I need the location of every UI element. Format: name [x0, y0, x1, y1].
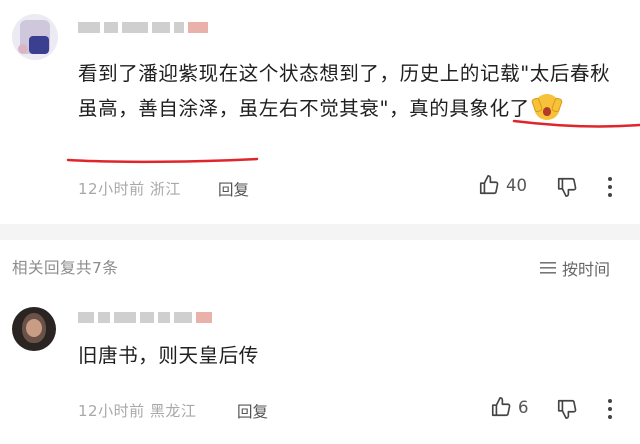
like-count: 40 [506, 175, 527, 195]
thumbs-up-icon [479, 175, 499, 195]
thumbs-down-icon [557, 399, 577, 419]
username-blurred[interactable] [78, 312, 212, 323]
thumbs-up-icon [491, 397, 511, 417]
avatar[interactable] [12, 14, 58, 60]
reply-button[interactable]: 回复 [237, 400, 268, 422]
comment-location: 浙江 [149, 180, 181, 198]
like-count: 6 [518, 397, 529, 417]
dislike-button[interactable] [556, 398, 578, 420]
sort-label: 按时间 [562, 260, 611, 279]
reply-button[interactable]: 回复 [218, 178, 249, 200]
more-vertical-icon [608, 399, 612, 419]
more-options-button[interactable] [606, 176, 614, 198]
comment-meta: 12小时前 浙江 [78, 178, 181, 199]
more-vertical-icon [608, 177, 612, 197]
sort-lines-icon [540, 262, 556, 274]
emoji-scream [530, 94, 563, 120]
comment-text-content: 旧唐书，则天皇后传 [78, 344, 259, 367]
more-options-button[interactable] [606, 398, 614, 420]
section-divider [0, 224, 640, 240]
comment-meta: 12小时前 黑龙江 [78, 400, 196, 421]
avatar[interactable] [12, 307, 56, 351]
dislike-button[interactable] [556, 176, 578, 198]
like-button[interactable]: 40 [478, 174, 527, 196]
thumbs-down-icon [557, 177, 577, 197]
comment-location: 黑龙江 [149, 402, 197, 420]
comment-text: 看到了潘迎紫现在这个状态想到了，历史上的记载"太后春秋虽高，善自涂泽，虽左右不觉… [78, 56, 618, 126]
like-button[interactable]: 6 [490, 396, 529, 418]
sort-by-time-button[interactable]: 按时间 [540, 256, 610, 280]
comment-time: 12小时前 [78, 180, 145, 198]
replies-count-header: 相关回复共7条 [12, 259, 119, 277]
username-blurred[interactable] [78, 22, 208, 33]
comment-text-content: 看到了潘迎紫现在这个状态想到了，历史上的记载"太后春秋虽高，善自涂泽，虽左右不觉… [78, 62, 611, 120]
comment-text: 旧唐书，则天皇后传 [78, 338, 618, 373]
comment-time: 12小时前 [78, 402, 145, 420]
